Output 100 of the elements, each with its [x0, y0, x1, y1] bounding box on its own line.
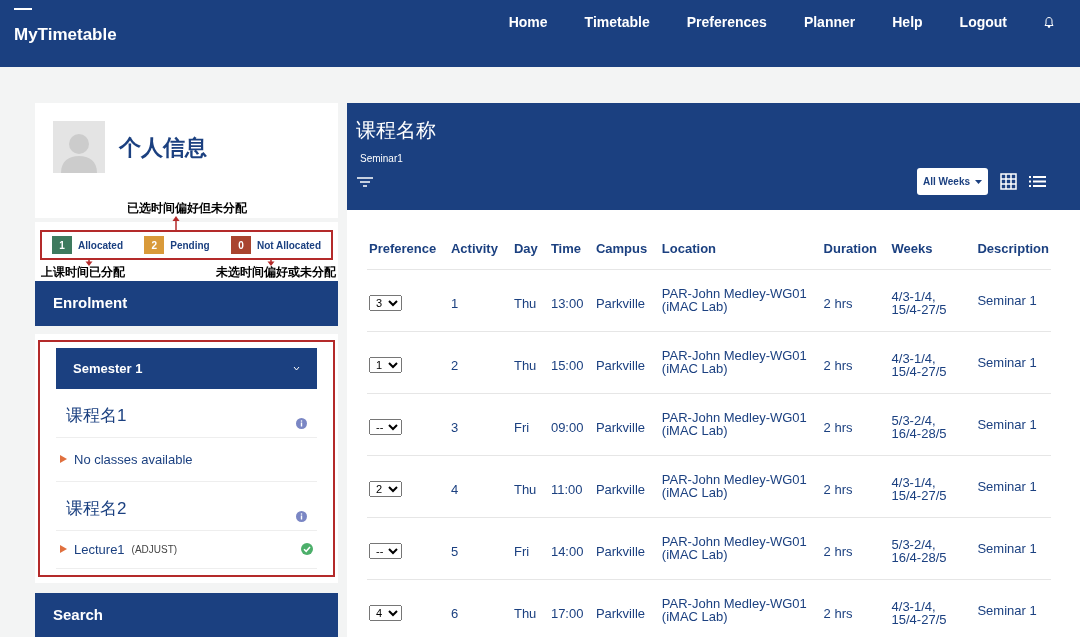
info-icon — [296, 510, 307, 522]
profile-title: 个人信息 — [119, 133, 207, 162]
semester-header[interactable]: Semester 1 — [56, 347, 317, 390]
preference-select[interactable]: 3 — [369, 295, 402, 311]
nav-link[interactable]: Logout — [959, 12, 1007, 33]
table-cell: PAR-John Medley-WG01 (iMAC Lab) — [659, 269, 822, 331]
week-filter-dropdown[interactable]: All Weeks — [916, 168, 988, 195]
table-cell: 4/3-1/4, 15/4-27/5 — [889, 455, 976, 517]
table-cell: Seminar 1 — [975, 269, 1051, 331]
preference-select[interactable]: -- — [369, 543, 402, 559]
caret-icon — [975, 179, 982, 184]
annotation-label: 未选时间偏好或未分配 — [216, 266, 336, 280]
status-label: Allocated — [78, 238, 123, 253]
class-label[interactable]: Lecture1 — [74, 539, 125, 560]
table-cell: 17:00 — [548, 579, 594, 637]
nav-link[interactable]: Help — [892, 12, 923, 33]
column-header: Weeks — [889, 230, 976, 269]
table-cell: Fri — [511, 517, 549, 579]
status-count: 1 — [52, 236, 72, 254]
section-header: Search — [35, 593, 338, 637]
preference-select[interactable]: -- — [369, 419, 402, 435]
table-cell: 4/3-1/4, 15/4-27/5 — [889, 579, 976, 637]
table-cell: PAR-John Medley-WG01 (iMAC Lab) — [659, 455, 822, 517]
table-cell: 2 — [448, 331, 512, 393]
column-header: Campus — [593, 230, 660, 269]
table-cell: 3 — [448, 393, 512, 455]
table-cell: Parkville — [593, 455, 660, 517]
table-cell: Seminar 1 — [975, 393, 1051, 455]
course-subtitle: Seminar1 — [360, 152, 404, 166]
nav-link[interactable]: Home — [508, 12, 548, 33]
table-cell: Seminar 1 — [975, 517, 1051, 579]
triangle-marker-icon — [60, 455, 67, 464]
table-cell: 5 — [448, 517, 512, 579]
grid-view-icon[interactable] — [1000, 173, 1017, 190]
preference-select[interactable]: 1 — [369, 357, 402, 373]
table-cell: 11:00 — [548, 455, 594, 517]
table-cell: 2 hrs — [821, 269, 890, 331]
filter-icon — [356, 174, 374, 189]
column-header: Location — [659, 230, 822, 269]
table-cell: 13:00 — [548, 269, 594, 331]
status-label: Pending — [170, 238, 210, 253]
column-header: Day — [511, 230, 549, 269]
section-header: Enrolment — [35, 281, 338, 326]
info-icon — [296, 417, 307, 429]
preference-select[interactable]: 4 — [369, 605, 402, 621]
table-cell: Parkville — [593, 579, 660, 637]
course-name: 课程名2 — [66, 498, 127, 521]
preference-select[interactable]: 2 — [369, 481, 402, 497]
table-cell: 2 hrs — [821, 517, 890, 579]
nav-link[interactable]: Planner — [803, 12, 856, 33]
table-cell: Fri — [511, 393, 549, 455]
table-cell: 09:00 — [548, 393, 594, 455]
table-cell: 4/3-1/4, 15/4-27/5 — [889, 331, 976, 393]
table-cell: Thu — [511, 579, 549, 637]
status-count: 0 — [230, 236, 251, 254]
table-cell: 2 hrs — [821, 455, 890, 517]
table-cell: 15:00 — [548, 331, 594, 393]
status-count: 2 — [144, 236, 165, 254]
table-cell: 4 — [448, 455, 512, 517]
table-cell: Thu — [511, 331, 549, 393]
table-cell: Seminar 1 — [975, 455, 1051, 517]
table-cell: 2 hrs — [821, 331, 890, 393]
chevron-icon — [293, 365, 300, 371]
table-cell: Thu — [511, 269, 549, 331]
course-title: 课程名称 — [356, 118, 437, 143]
table-cell: 2 hrs — [821, 579, 890, 637]
brand-title[interactable]: MyTimetable — [14, 0, 117, 48]
column-header: Preference — [367, 230, 449, 269]
list-view-icon[interactable] — [1029, 175, 1046, 188]
nav-link[interactable]: Preferences — [686, 12, 767, 33]
table-cell: 5/3-2/4, 16/4-28/5 — [889, 517, 976, 579]
table-cell: PAR-John Medley-WG01 (iMAC Lab) — [659, 517, 822, 579]
triangle-marker-icon — [60, 545, 67, 554]
annotation-label: 上课时间已分配 — [41, 266, 125, 280]
column-header: Description — [975, 230, 1051, 269]
bell-icon[interactable] — [1044, 17, 1054, 28]
table-cell: PAR-John Medley-WG01 (iMAC Lab) — [659, 393, 822, 455]
column-header: Activity — [448, 230, 512, 269]
table-cell: 4/3-1/4, 15/4-27/5 — [889, 269, 976, 331]
annotation-label: 已选时间偏好但未分配 — [125, 200, 248, 217]
table-cell: 5/3-2/4, 16/4-28/5 — [889, 393, 976, 455]
class-tag: (ADJUST) — [131, 541, 178, 557]
course-name: 课程名1 — [66, 405, 127, 428]
table-cell: Seminar 1 — [975, 579, 1051, 637]
table-cell: 2 hrs — [821, 393, 890, 455]
class-label: No classes available — [74, 450, 193, 469]
table-cell: 1 — [448, 269, 512, 331]
table-cell: Parkville — [593, 517, 660, 579]
table-cell: 14:00 — [548, 517, 594, 579]
status-label: Not Allocated — [256, 238, 321, 253]
nav-link[interactable]: Timetable — [584, 12, 650, 33]
table-cell: PAR-John Medley-WG01 (iMAC Lab) — [659, 579, 822, 637]
table-cell: Thu — [511, 455, 549, 517]
table-cell: Seminar 1 — [975, 331, 1051, 393]
table-cell: 6 — [448, 579, 512, 637]
person-silhouette-icon — [61, 131, 97, 173]
column-header: Time — [548, 230, 594, 269]
table-cell: PAR-John Medley-WG01 (iMAC Lab) — [659, 331, 822, 393]
column-header: Duration — [821, 230, 890, 269]
table-cell: Parkville — [593, 331, 660, 393]
